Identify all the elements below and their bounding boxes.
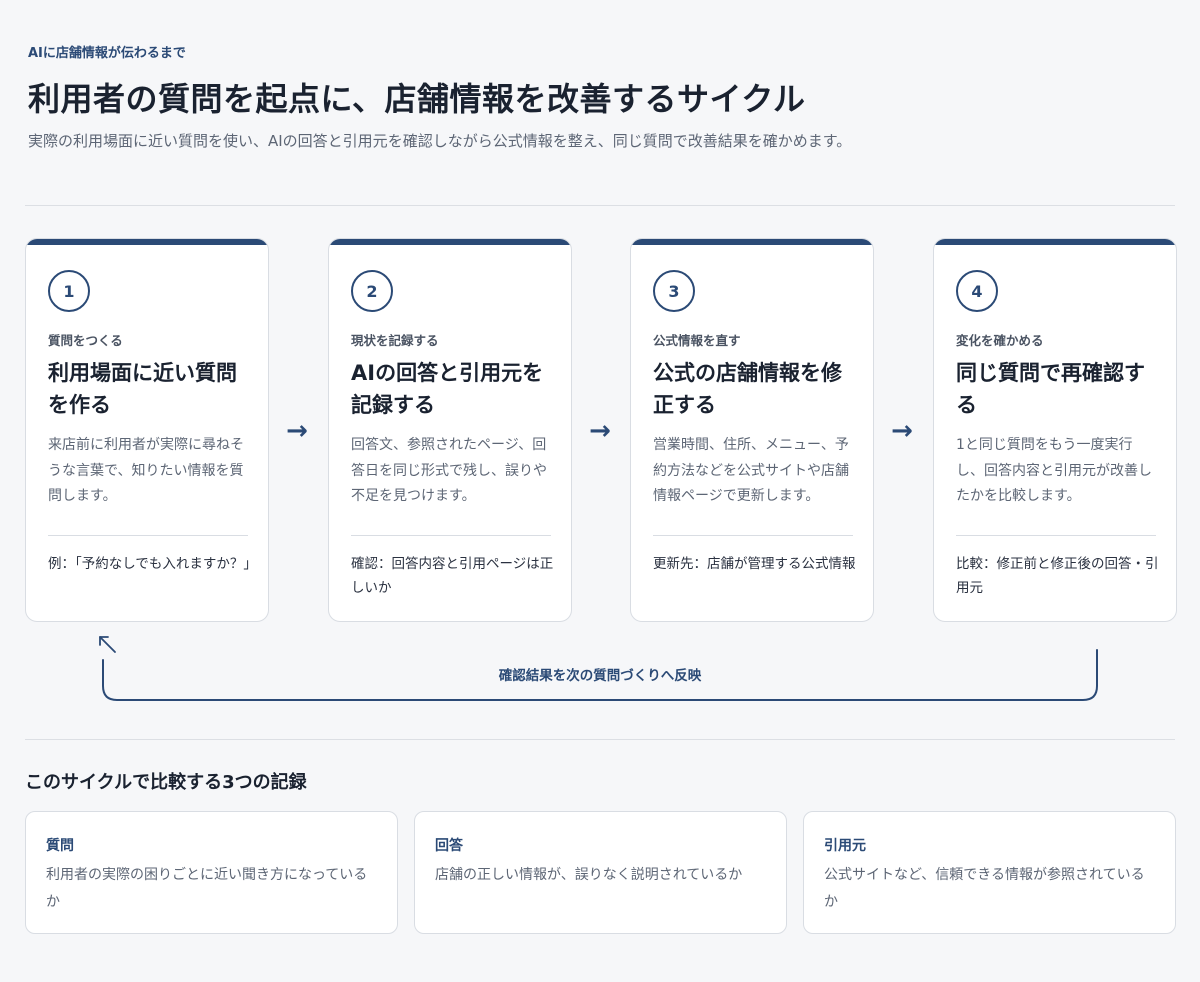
step-description: 回答文、参照されたページ、回答日を同じ形式で残し、誤りや不足を見つけます。	[351, 437, 547, 504]
step-note: 更新先：店舗が管理する公式情報	[653, 556, 856, 572]
step-card-2: 2 現状を記録する AIの回答と引用元を記録する 回答文、参照されたページ、回答…	[328, 238, 572, 622]
step-label: 変化を確かめる	[956, 333, 1044, 348]
card-divider	[653, 535, 853, 536]
step-card-4: 4 変化を確かめる 同じ質問で再確認する 1と同じ質問をもう一度実行し、回答内容…	[933, 238, 1177, 622]
record-title: 回答	[435, 838, 463, 854]
step-number: 1	[48, 270, 90, 312]
record-description: 利用者の実際の困りごとに近い聞き方になっているか	[46, 867, 368, 910]
card-divider	[956, 535, 1156, 536]
record-description: 店舗の正しい情報が、誤りなく説明されているか	[435, 867, 743, 883]
records-section-title: このサイクルで比較する3つの記録	[25, 772, 307, 793]
step-label: 現状を記録する	[351, 333, 439, 348]
step-label: 公式情報を直す	[653, 333, 741, 348]
step-description: 1と同じ質問をもう一度実行し、回答内容と引用元が改善したかを比較します。	[956, 437, 1152, 504]
step-title: AIの回答と引用元を記録する	[351, 361, 544, 417]
arrow-right-icon: →	[891, 416, 913, 446]
arrow-right-icon: →	[589, 416, 611, 446]
record-card-question: 質問 利用者の実際の困りごとに近い聞き方になっているか	[25, 811, 398, 934]
page-subtitle: 実際の利用場面に近い質問を使い、AIの回答と引用元を確認しながら公式情報を整え、…	[28, 132, 852, 150]
header-divider	[25, 205, 1175, 206]
step-number: 2	[351, 270, 393, 312]
step-number: 4	[956, 270, 998, 312]
eyebrow: AIに店舗情報が伝わるまで	[28, 46, 186, 61]
step-note: 比較：修正前と修正後の回答・引用元	[956, 556, 1159, 596]
step-description: 営業時間、住所、メニュー、予約方法などを公式サイトや店舗情報ページで更新します。	[653, 437, 849, 504]
step-number: 3	[653, 270, 695, 312]
record-description: 公式サイトなど、信頼できる情報が参照されているか	[824, 867, 1145, 910]
card-divider	[48, 535, 248, 536]
record-title: 質問	[46, 838, 74, 854]
step-note: 例：「予約なしでも入れますか？」	[48, 556, 257, 572]
step-description: 来店前に利用者が実際に尋ねそうな言葉で、知りたい情報を質問します。	[48, 437, 244, 504]
loop-label: 確認結果を次の質問づくりへ反映	[498, 668, 702, 684]
record-title: 引用元	[824, 838, 866, 854]
step-card-3: 3 公式情報を直す 公式の店舗情報を修正する 営業時間、住所、メニュー、予約方法…	[630, 238, 874, 622]
arrow-right-icon: →	[286, 416, 308, 446]
step-note: 確認：回答内容と引用ページは正しいか	[351, 556, 554, 596]
record-card-answer: 回答 店舗の正しい情報が、誤りなく説明されているか	[414, 811, 787, 934]
step-title: 公式の店舗情報を修正する	[653, 361, 842, 417]
step-title: 同じ質問で再確認する	[956, 361, 1145, 417]
arrow-up-left-icon	[99, 636, 116, 653]
section-divider	[25, 739, 1175, 740]
card-divider	[351, 535, 551, 536]
step-title: 利用場面に近い質問を作る	[48, 361, 237, 417]
step-label: 質問をつくる	[48, 333, 123, 348]
page-title: 利用者の質問を起点に、店舗情報を改善するサイクル	[28, 80, 806, 118]
step-card-1: 1 質問をつくる 利用場面に近い質問を作る 来店前に利用者が実際に尋ねそうな言葉…	[25, 238, 269, 622]
record-card-source: 引用元 公式サイトなど、信頼できる情報が参照されているか	[803, 811, 1176, 934]
